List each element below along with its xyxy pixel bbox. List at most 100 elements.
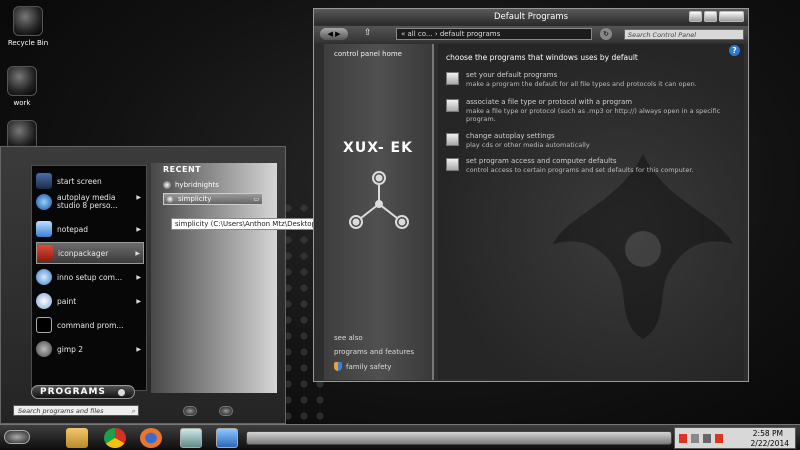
theme-logo-text: XUX- EK (343, 140, 413, 156)
task-link[interactable]: set your default programs (466, 71, 557, 79)
clock-date[interactable]: 2/22/2014 (751, 439, 789, 448)
program-item-inno-setup[interactable]: inno setup com... ▶ (36, 266, 144, 288)
pin-icon[interactable]: ▭ (253, 196, 259, 203)
recent-panel: RECENT hybridnights simplicity ▭ (151, 163, 277, 393)
recent-item-label: hybridnights (175, 181, 219, 189)
desktop-icon-work[interactable]: work (0, 66, 50, 107)
family-safety-link[interactable]: family safety (334, 362, 391, 371)
chrome-icon[interactable] (104, 428, 126, 448)
volume-icon[interactable] (703, 434, 711, 443)
recent-item-hybridnights[interactable]: hybridnights (163, 179, 219, 191)
notification-icon[interactable] (715, 434, 723, 443)
program-label: start screen (57, 176, 102, 186)
help-icon[interactable]: ? (729, 45, 740, 56)
notepad-icon (36, 221, 52, 237)
maximize-button[interactable] (704, 11, 717, 22)
submenu-arrow-icon: ▶ (136, 225, 141, 233)
desktop-icon-label: Recycle Bin (7, 39, 49, 47)
gimp-icon (36, 341, 52, 357)
family-safety-label: family safety (346, 362, 392, 371)
back-forward-button[interactable]: ◀ ▶ (320, 28, 348, 40)
task-description: make a file type or protocol (such as .m… (466, 107, 721, 123)
submenu-arrow-icon: ▶ (136, 297, 141, 305)
program-label: autoplay media studio 8 perso... (57, 193, 118, 210)
task-link[interactable]: associate a file type or protocol with a… (466, 98, 632, 106)
navigation-bar: ◀ ▶ ⇧ « all co... › default programs ↻ S… (314, 26, 748, 43)
program-label: notepad (57, 224, 89, 234)
sidebar: control panel home XUX- EK see also prog… (324, 44, 434, 380)
program-item-autoplay[interactable]: autoplay media studio 8 perso... ▶ (36, 194, 144, 220)
window-switch-icon[interactable] (216, 428, 238, 448)
file-association-icon (446, 99, 459, 112)
control-panel-icon[interactable] (180, 428, 202, 448)
close-button[interactable] (719, 11, 744, 22)
window-title: Default Programs (493, 12, 569, 22)
file-explorer-icon[interactable] (66, 428, 88, 448)
shutdown-options-button[interactable] (219, 406, 233, 416)
paint-icon (36, 293, 52, 309)
tooltip: simplicity (C:\Users\Anthon Mtz\Desktop) (171, 218, 323, 230)
theme-icon (166, 195, 174, 203)
control-panel-home-link[interactable]: control panel home (334, 50, 402, 58)
program-item-paint[interactable]: paint ▶ (36, 290, 144, 312)
theme-icon (163, 181, 171, 189)
command-prompt-icon (36, 317, 52, 333)
address-bar[interactable]: « all co... › default programs (396, 28, 592, 40)
clock-time[interactable]: 2:58 PM (753, 429, 783, 438)
search-placeholder: Search programs and files (18, 407, 104, 415)
program-label: iconpackager (58, 248, 109, 258)
start-button[interactable] (4, 430, 30, 444)
default-programs-window: Default Programs ◀ ▶ ⇧ « all co... › def… (313, 8, 749, 382)
default-programs-icon (446, 72, 459, 85)
program-access-icon (446, 158, 459, 171)
iconpackager-icon (37, 245, 53, 261)
program-item-gimp[interactable]: gimp 2 ▶ (36, 338, 144, 360)
program-item-start-screen[interactable]: start screen (36, 170, 144, 192)
submenu-arrow-icon: ▶ (136, 345, 141, 353)
system-tray: 2:58 PM 2/22/2014 (674, 427, 796, 449)
programs-and-features-link[interactable]: programs and features (334, 348, 414, 356)
title-bar[interactable]: Default Programs (314, 9, 748, 25)
recycle-bin-icon (13, 6, 43, 36)
program-label: paint (57, 296, 77, 306)
inno-setup-icon (36, 269, 52, 285)
autoplay-icon (36, 194, 52, 210)
program-item-iconpackager[interactable]: iconpackager ▶ (36, 242, 144, 264)
start-screen-icon (36, 173, 52, 189)
network-icon[interactable] (691, 434, 699, 443)
program-item-command-prompt[interactable]: command prom... (36, 314, 144, 336)
start-menu: start screen autoplay media studio 8 per… (0, 146, 286, 424)
start-search-input[interactable]: Search programs and files ⌕ (13, 405, 139, 416)
folder-icon (7, 66, 37, 96)
shutdown-button[interactable] (183, 406, 197, 416)
recent-heading: RECENT (163, 165, 202, 174)
program-label: gimp 2 (57, 344, 84, 354)
task-link[interactable]: change autoplay settings (466, 132, 555, 140)
task-link[interactable]: set program access and computer defaults (466, 157, 617, 165)
action-center-icon[interactable] (679, 434, 687, 443)
address-text: « all co... › default programs (401, 30, 501, 38)
submenu-arrow-icon: ▶ (136, 194, 141, 201)
control-panel-search-input[interactable]: Search Control Panel (624, 29, 744, 40)
page-heading: choose the programs that windows uses by… (446, 53, 638, 62)
program-label: inno setup com... (57, 272, 123, 282)
refresh-button[interactable]: ↻ (600, 28, 612, 40)
autoplay-settings-icon (446, 133, 459, 146)
programs-list: start screen autoplay media studio 8 per… (31, 165, 147, 391)
programs-label: PROGRAMS (40, 387, 106, 397)
taskbar: 2:58 PM 2/22/2014 (0, 424, 800, 450)
desktop-icon-recycle-bin[interactable]: Recycle Bin (0, 6, 56, 47)
taskbar-track (246, 431, 672, 445)
see-also-heading: see also (334, 334, 363, 342)
programs-expand-button[interactable] (117, 388, 126, 397)
recent-item-simplicity[interactable]: simplicity ▭ (163, 193, 263, 205)
logo-emblem-icon (349, 171, 409, 229)
program-item-notepad[interactable]: notepad ▶ (36, 218, 144, 240)
search-placeholder: Search Control Panel (628, 31, 697, 39)
firefox-icon[interactable] (140, 428, 162, 448)
up-arrow-icon[interactable]: ⇧ (364, 28, 372, 38)
shield-icon (334, 362, 342, 371)
minimize-button[interactable] (689, 11, 702, 22)
tribal-background-art (553, 154, 733, 339)
task-description: make a program the default for all file … (466, 80, 697, 88)
